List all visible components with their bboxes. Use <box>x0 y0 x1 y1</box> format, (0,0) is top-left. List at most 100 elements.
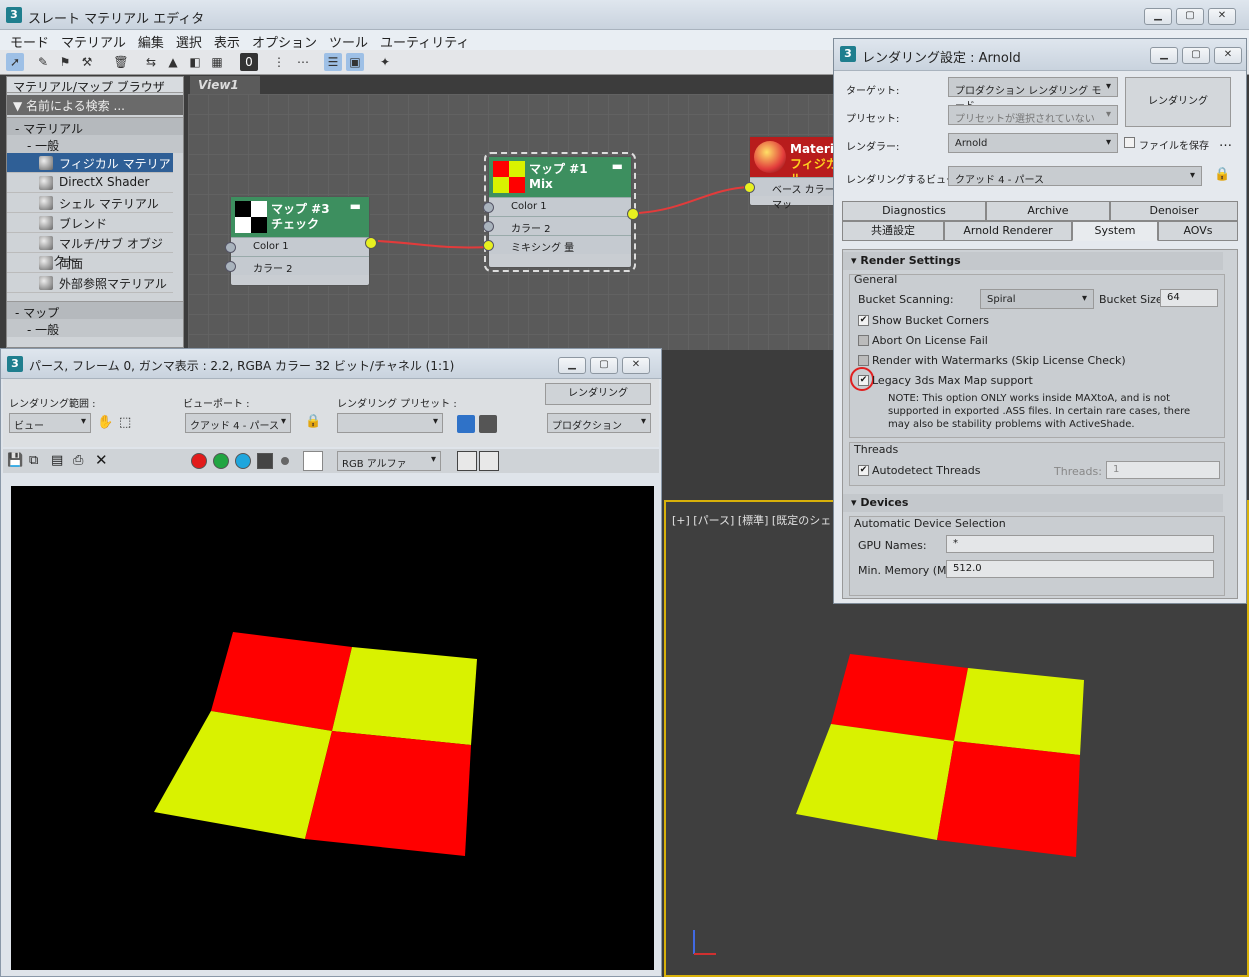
menu-tools[interactable]: ツール <box>325 30 376 51</box>
blue-channel-icon[interactable] <box>235 453 251 469</box>
menu-select[interactable]: 選択 <box>172 30 210 51</box>
render-preset-select[interactable] <box>337 413 443 433</box>
bucket-scanning-select[interactable]: Spiral <box>980 289 1094 309</box>
min-memory-spinner[interactable]: 512.0 <box>946 560 1214 578</box>
tab-system[interactable]: System <box>1072 221 1158 241</box>
input-socket[interactable] <box>225 242 236 253</box>
layout-all-icon[interactable]: ⋮ <box>270 53 288 71</box>
viewport-select[interactable]: クアッド 4 - パース <box>185 413 291 433</box>
maximize-button[interactable]: ▢ <box>1176 8 1204 25</box>
slot-color2[interactable]: カラー 2 <box>483 216 631 235</box>
background-icon[interactable]: ▦ <box>208 53 226 71</box>
input-socket[interactable] <box>225 261 236 272</box>
save-file-checkbox[interactable] <box>1124 137 1135 148</box>
layout-children-icon[interactable]: ⋯ <box>294 53 312 71</box>
mono-icon[interactable] <box>281 457 289 465</box>
move-children-icon[interactable]: ⇆ <box>142 53 160 71</box>
tab-common[interactable]: 共通設定 <box>842 221 944 241</box>
threads-spinner[interactable]: 1 <box>1106 461 1220 479</box>
abort-license-checkbox[interactable] <box>858 335 869 346</box>
lock-icon[interactable]: 🔒 <box>1214 167 1230 182</box>
list-item-multi-sub[interactable]: マルチ/サブ オブジェクト <box>7 233 173 268</box>
clone-window-icon[interactable]: ▤ <box>51 453 63 468</box>
node-view[interactable]: マップ #3 チェック ▬ Color 1 カラー 2 マップ #1 Mix ▬ C… <box>188 94 842 350</box>
close-button[interactable]: ✕ <box>1214 47 1242 64</box>
input-socket-connected[interactable] <box>744 182 755 193</box>
close-button[interactable]: ✕ <box>1208 8 1236 25</box>
rs-render-button[interactable]: レンダリング <box>1125 77 1231 127</box>
slot-color2[interactable]: カラー 2 <box>225 256 369 275</box>
tab-diagnostics[interactable]: Diagnostics <box>842 201 986 221</box>
render-settings-rollout[interactable]: ▾ Render Settings <box>843 252 1223 270</box>
display-icon[interactable] <box>457 451 477 471</box>
collapse-icon[interactable]: ▬ <box>350 199 361 213</box>
select-by-material-icon[interactable]: ✦ <box>376 53 394 71</box>
browser-search-input[interactable]: ▼ 名前による検索 ... <box>7 95 183 115</box>
menu-options[interactable]: オプション <box>248 30 325 51</box>
output-socket[interactable] <box>365 237 377 249</box>
tab-aovs[interactable]: AOVs <box>1158 221 1238 241</box>
render-setup-icon[interactable] <box>457 415 475 433</box>
green-channel-icon[interactable] <box>213 453 229 469</box>
more-icon[interactable]: … <box>1219 135 1232 150</box>
slot-base-color[interactable]: ベース カラー マッ <box>744 177 838 211</box>
gpu-names-input[interactable]: * <box>946 535 1214 553</box>
view-to-render-select[interactable]: クアッド 4 - パース <box>948 166 1202 186</box>
minimize-button[interactable]: ▁ <box>1144 8 1172 25</box>
slot-color1[interactable]: Color 1 <box>483 197 631 216</box>
target-select[interactable]: プロダクション レンダリング モード <box>948 77 1118 112</box>
menu-material[interactable]: マテリアル <box>57 30 134 51</box>
show-map-icon[interactable]: ◧ <box>186 53 204 71</box>
collapse-icon[interactable]: ▬ <box>612 159 623 173</box>
menu-view[interactable]: 表示 <box>210 30 248 51</box>
input-socket[interactable] <box>483 221 494 232</box>
hand-icon[interactable]: ✋ <box>97 415 113 430</box>
slot-color1[interactable]: Color 1 <box>225 237 369 256</box>
list-item-blend[interactable]: ブレンド <box>7 213 173 233</box>
red-channel-icon[interactable] <box>191 453 207 469</box>
tab-archive[interactable]: Archive <box>986 201 1110 221</box>
expand-icon[interactable]: ▼ <box>13 99 26 113</box>
input-socket[interactable] <box>483 202 494 213</box>
swatch-white-icon[interactable] <box>303 451 323 471</box>
group-maps[interactable]: - マップ <box>7 301 183 320</box>
menu-utilities[interactable]: ユーティリティ <box>376 30 477 51</box>
save-image-icon[interactable]: 💾 <box>7 453 23 468</box>
bucket-size-spinner[interactable]: 64 <box>1160 289 1218 307</box>
slot-mix-amount[interactable]: ミキシング 量 <box>483 235 631 254</box>
minimize-button[interactable]: ▁ <box>558 357 586 374</box>
environment-icon[interactable] <box>479 415 497 433</box>
show-bucket-corners-checkbox[interactable]: ✔ <box>858 315 869 326</box>
input-socket-connected[interactable] <box>483 240 494 251</box>
assign-material-icon[interactable]: ⚑ <box>56 53 74 71</box>
maximize-button[interactable]: ▢ <box>1182 47 1210 64</box>
pick-material-icon[interactable]: ✎ <box>34 53 52 71</box>
tab-denoiser[interactable]: Denoiser <box>1110 201 1238 221</box>
alpha-channel-icon[interactable] <box>257 453 273 469</box>
list-item-directx-shader[interactable]: DirectX Shader <box>7 173 173 193</box>
lock-icon[interactable]: 🔒 <box>305 414 321 429</box>
region-icon[interactable]: ⬚ <box>119 415 131 430</box>
close-button[interactable]: ✕ <box>622 357 650 374</box>
renderer-select[interactable]: Arnold <box>948 133 1118 153</box>
autodetect-threads-checkbox[interactable]: ✔ <box>858 465 869 476</box>
zero-icon[interactable]: 0 <box>240 53 258 71</box>
print-icon[interactable]: ⎙ <box>73 453 83 468</box>
parameter-editor-icon[interactable]: ▣ <box>346 53 364 71</box>
delete-icon[interactable]: 🗑 <box>112 53 130 71</box>
node-physical-material[interactable]: Materiaフィジカル ベース カラー マッ <box>744 136 842 211</box>
devices-rollout[interactable]: ▾ Devices <box>843 494 1223 512</box>
production-select[interactable]: プロダクション <box>547 413 651 433</box>
subgroup-general-maps[interactable]: - 一般 <box>7 319 183 337</box>
output-socket[interactable] <box>627 208 639 220</box>
list-item-xref-material[interactable]: 外部参照マテリアル <box>7 273 173 293</box>
preset-select[interactable]: プリセットが選択されていない <box>948 105 1118 125</box>
node-map3-checker[interactable]: マップ #3 チェック ▬ Color 1 カラー 2 <box>225 196 377 286</box>
maximize-button[interactable]: ▢ <box>590 357 618 374</box>
list-item-double-sided[interactable]: 両面 <box>7 253 173 273</box>
display-alt-icon[interactable] <box>479 451 499 471</box>
channel-select[interactable]: RGB アルファ <box>337 451 441 471</box>
list-item-physical-material[interactable]: フィジカル マテリアル <box>7 153 173 188</box>
subgroup-general[interactable]: - 一般 <box>7 135 183 153</box>
copy-image-icon[interactable]: ⧉ <box>29 453 38 468</box>
